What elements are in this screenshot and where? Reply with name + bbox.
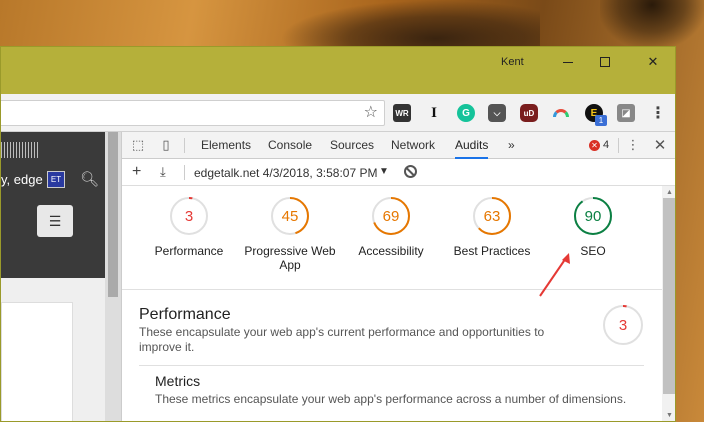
subsection-divider: [139, 365, 644, 366]
devtools-tab-bar: ⬚ ▯ Elements Console Sources Network Aud…: [122, 132, 675, 159]
tab-network[interactable]: Network: [391, 132, 435, 159]
report-selector[interactable]: edgetalk.net 4/3/2018, 3:58:07 PM: [194, 166, 377, 180]
pocket-extension-icon[interactable]: ⌵: [488, 104, 506, 122]
wr-extension-icon[interactable]: WR: [393, 104, 411, 122]
gauge-label: Accessibility: [358, 244, 424, 258]
gauge-progressive-web-app[interactable]: 45 Progressive Web App: [235, 196, 345, 272]
instapaper-extension-icon[interactable]: I: [425, 104, 443, 122]
wallpaper-shadow: [280, 0, 540, 48]
tab-console[interactable]: Console: [268, 132, 312, 159]
annotation-arrow-icon: [539, 253, 570, 297]
browser-window: Kent ✕ ☆ WR I G ⌵ uD E 1 ◪ ⋮ y, edge ET …: [0, 46, 676, 422]
device-toolbar-icon[interactable]: ▯: [158, 137, 174, 153]
wallpaper-shadow-right: [600, 0, 704, 48]
minimize-button[interactable]: [553, 52, 583, 72]
grammarly-extension-icon[interactable]: G: [457, 104, 475, 122]
gauge-ring: 69: [372, 197, 410, 235]
hamburger-menu-button[interactable]: ☰: [37, 205, 73, 237]
title-bar: Kent ✕: [1, 47, 675, 94]
site-tagline: y, edge: [1, 172, 43, 187]
gauge-label: Progressive Web App: [244, 244, 336, 272]
site-header: y, edge ET 🔍︎ ☰: [1, 132, 105, 278]
svg-text:3: 3: [619, 317, 627, 334]
category-description: These encapsulate your web app's current…: [139, 325, 545, 354]
search-icon[interactable]: 🔍︎: [80, 170, 99, 188]
gauge-label: Performance: [154, 244, 224, 258]
tab-sources[interactable]: Sources: [330, 132, 374, 159]
gauge-label: Best Practices: [453, 244, 531, 258]
devtools-panel: ⬚ ▯ Elements Console Sources Network Aud…: [121, 132, 675, 421]
svg-text:45: 45: [282, 208, 299, 225]
minimize-icon: [563, 61, 573, 63]
address-bar[interactable]: ☆: [1, 100, 385, 126]
close-icon: ✕: [647, 54, 659, 69]
gauge-performance[interactable]: 3 Performance: [134, 196, 244, 258]
download-report-icon[interactable]: ⤓: [160, 164, 166, 180]
svg-text:3: 3: [185, 208, 193, 225]
tab-audits[interactable]: Audits: [455, 132, 489, 159]
extension-badge: 1: [595, 115, 607, 126]
web-page: y, edge ET 🔍︎ ☰: [1, 132, 121, 421]
maximize-icon: [600, 57, 610, 67]
clear-reports-icon[interactable]: [404, 165, 417, 178]
more-tabs-button[interactable]: »: [508, 132, 515, 159]
maximize-button[interactable]: [590, 52, 620, 72]
svg-text:63: 63: [484, 208, 501, 225]
devtools-menu-icon[interactable]: ⋮: [625, 137, 641, 153]
audit-report: 3 Performance 45 Progressive Web App 69: [122, 186, 662, 421]
gauge-ring: 63: [473, 197, 511, 235]
gauge-ring: 3: [170, 197, 208, 235]
page-content-card: [1, 302, 73, 421]
category-title: Performance: [139, 306, 231, 323]
gauge-accessibility[interactable]: 69 Accessibility: [336, 196, 446, 258]
scroll-down-arrow-icon[interactable]: ▼: [666, 412, 673, 419]
ublock-extension-icon[interactable]: uD: [520, 104, 538, 122]
toolbar-separator: [184, 165, 185, 180]
grey-extension-icon[interactable]: ◪: [617, 104, 635, 122]
site-badge: ET: [47, 171, 65, 188]
scroll-up-arrow-icon[interactable]: ▲: [666, 189, 673, 196]
gauge-ring: 3: [603, 305, 643, 345]
section-divider: [122, 289, 662, 290]
gauge-best-practices[interactable]: 63 Best Practices: [437, 196, 547, 258]
browser-toolbar: ☆ WR I G ⌵ uD E 1 ◪ ⋮: [1, 94, 675, 132]
rainbow-extension-icon[interactable]: [552, 104, 570, 122]
svg-text:90: 90: [585, 208, 602, 225]
svg-text:69: 69: [383, 208, 400, 225]
site-logo-bars: [1, 142, 39, 158]
audits-toolbar: + ⤓ edgetalk.net 4/3/2018, 3:58:07 PM ▼: [122, 159, 675, 186]
tab-separator: [618, 138, 619, 153]
gauge-ring: 45: [271, 197, 309, 235]
report-scrollbar-thumb[interactable]: [663, 198, 675, 394]
page-scrollbar-thumb[interactable]: [108, 132, 118, 297]
gauge-seo[interactable]: 90 SEO: [538, 196, 648, 258]
bookmark-star-icon[interactable]: ☆: [364, 104, 378, 122]
chevron-down-icon[interactable]: ▼: [379, 166, 389, 177]
browser-menu-icon[interactable]: ⋮: [649, 104, 667, 122]
category-score-gauge: 3: [602, 304, 644, 349]
metrics-description: These metrics encapsulate your web app's…: [155, 392, 627, 406]
tab-separator: [184, 138, 185, 153]
inspect-element-icon[interactable]: ⬚: [130, 137, 146, 153]
tab-elements[interactable]: Elements: [201, 132, 251, 159]
metrics-title: Metrics: [155, 373, 201, 389]
error-count[interactable]: 4: [603, 139, 609, 151]
gauge-ring: 90: [574, 197, 612, 235]
new-audit-icon[interactable]: +: [132, 163, 141, 181]
close-window-button[interactable]: ✕: [638, 52, 668, 72]
devtools-close-icon[interactable]: ✕: [652, 137, 668, 154]
profile-name[interactable]: Kent: [501, 56, 524, 68]
error-icon[interactable]: ✕: [589, 140, 600, 151]
